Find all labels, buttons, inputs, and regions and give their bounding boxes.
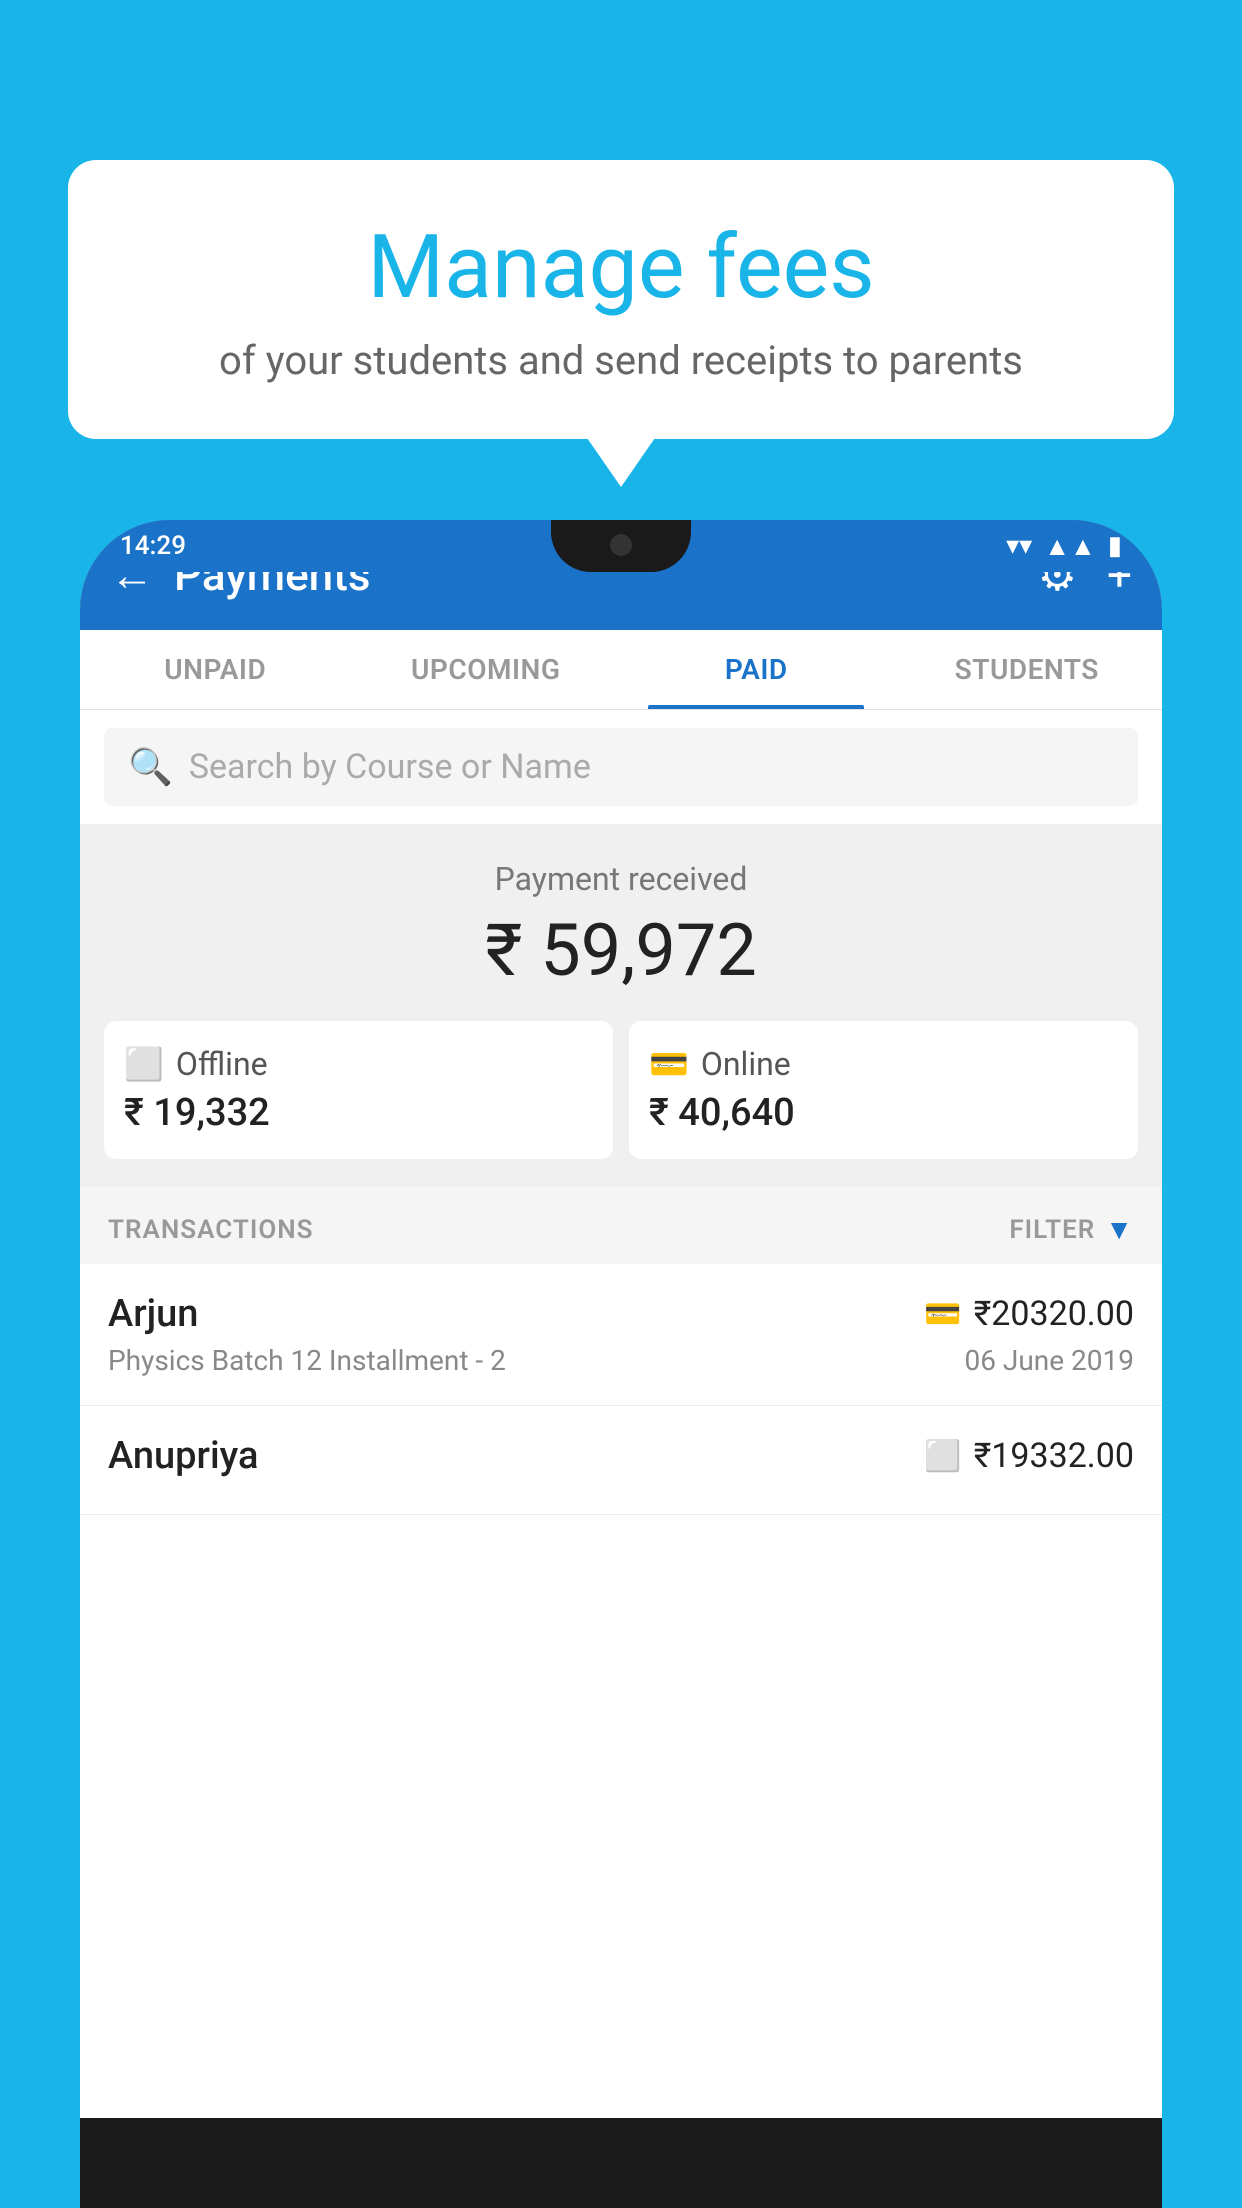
transaction-amount-wrap: ⬜ ₹19332.00 bbox=[924, 1436, 1134, 1476]
transaction-name: Arjun bbox=[108, 1292, 198, 1336]
tab-paid[interactable]: PAID bbox=[621, 630, 892, 709]
transaction-amount: ₹20320.00 bbox=[974, 1294, 1134, 1334]
online-amount: ₹ 40,640 bbox=[649, 1091, 1118, 1135]
wifi-icon: ▾▾ bbox=[1006, 531, 1032, 561]
tab-students[interactable]: STUDENTS bbox=[892, 630, 1163, 709]
transactions-list: Arjun 💳 ₹20320.00 Physics Batch 12 Insta… bbox=[80, 1264, 1162, 2118]
online-payment-icon: 💳 bbox=[924, 1297, 961, 1332]
table-row[interactable]: Anupriya ⬜ ₹19332.00 bbox=[80, 1406, 1162, 1515]
offline-payment-icon: ⬜ bbox=[924, 1439, 961, 1474]
transactions-header: TRANSACTIONS FILTER ▼ bbox=[80, 1187, 1162, 1264]
transactions-label: TRANSACTIONS bbox=[108, 1215, 314, 1245]
transaction-amount: ₹19332.00 bbox=[974, 1436, 1134, 1476]
phone-notch bbox=[551, 520, 691, 572]
filter-icon: ▼ bbox=[1105, 1213, 1134, 1246]
bubble-subtitle: of your students and send receipts to pa… bbox=[118, 337, 1124, 384]
payment-summary: Payment received ₹ 59,972 ⬜ Offline ₹ 19… bbox=[80, 824, 1162, 1187]
online-card-top: 💳 Online bbox=[649, 1045, 1118, 1083]
battery-icon: ▮ bbox=[1108, 531, 1122, 561]
offline-card: ⬜ Offline ₹ 19,332 bbox=[104, 1021, 613, 1159]
status-icons: ▾▾ ▲▲ ▮ bbox=[1006, 531, 1122, 562]
offline-card-top: ⬜ Offline bbox=[124, 1045, 593, 1083]
tab-unpaid[interactable]: UNPAID bbox=[80, 630, 351, 709]
payment-total-amount: ₹ 59,972 bbox=[104, 908, 1138, 993]
search-input[interactable]: Search by Course or Name bbox=[189, 747, 591, 787]
online-card: 💳 Online ₹ 40,640 bbox=[629, 1021, 1138, 1159]
transaction-course: Physics Batch 12 Installment - 2 bbox=[108, 1344, 506, 1377]
transaction-name: Anupriya bbox=[108, 1434, 258, 1478]
signal-icon: ▲▲ bbox=[1044, 531, 1095, 562]
transaction-row-bottom: Physics Batch 12 Installment - 2 06 June… bbox=[108, 1344, 1134, 1377]
speech-bubble: Manage fees of your students and send re… bbox=[68, 160, 1174, 439]
offline-icon: ⬜ bbox=[124, 1045, 164, 1083]
camera bbox=[610, 534, 632, 556]
payment-received-label: Payment received bbox=[104, 860, 1138, 898]
search-bar[interactable]: 🔍 Search by Course or Name bbox=[104, 728, 1138, 806]
transaction-row-top: Anupriya ⬜ ₹19332.00 bbox=[108, 1434, 1134, 1478]
tab-upcoming[interactable]: UPCOMING bbox=[351, 630, 622, 709]
payment-cards: ⬜ Offline ₹ 19,332 💳 Online ₹ 40,640 bbox=[104, 1021, 1138, 1159]
phone-frame: 14:29 ▾▾ ▲▲ ▮ ← Payments ⚙ + UNPAID UPCO… bbox=[80, 520, 1162, 2208]
offline-amount: ₹ 19,332 bbox=[124, 1091, 593, 1135]
app-screen: ← Payments ⚙ + UNPAID UPCOMING PAID STUD… bbox=[80, 520, 1162, 2118]
online-icon: 💳 bbox=[649, 1045, 689, 1083]
search-container: 🔍 Search by Course or Name bbox=[80, 710, 1162, 824]
bubble-title: Manage fees bbox=[118, 220, 1124, 317]
transaction-amount-wrap: 💳 ₹20320.00 bbox=[924, 1294, 1134, 1334]
search-icon: 🔍 bbox=[128, 746, 173, 788]
status-time: 14:29 bbox=[120, 531, 186, 561]
filter-button[interactable]: FILTER ▼ bbox=[1009, 1213, 1134, 1246]
transaction-date: 06 June 2019 bbox=[964, 1344, 1134, 1377]
table-row[interactable]: Arjun 💳 ₹20320.00 Physics Batch 12 Insta… bbox=[80, 1264, 1162, 1406]
transaction-row-top: Arjun 💳 ₹20320.00 bbox=[108, 1292, 1134, 1336]
online-label: Online bbox=[701, 1045, 791, 1083]
offline-label: Offline bbox=[176, 1045, 268, 1083]
tabs: UNPAID UPCOMING PAID STUDENTS bbox=[80, 630, 1162, 710]
filter-label: FILTER bbox=[1009, 1215, 1095, 1245]
